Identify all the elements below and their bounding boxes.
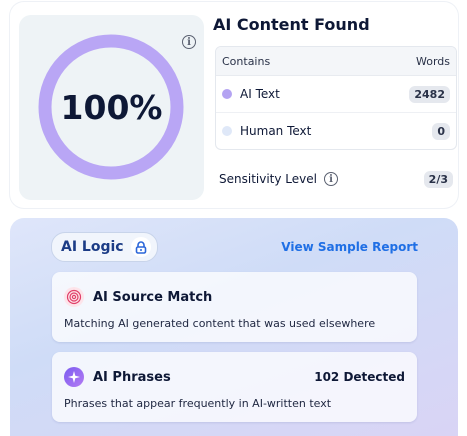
word-count-badge: 0: [432, 122, 450, 140]
word-count-badge: 2482: [409, 85, 450, 103]
fingerprint-icon: [64, 287, 84, 307]
score-percentage: 100%: [60, 88, 163, 127]
col-contains: Contains: [222, 54, 271, 68]
contains-table: Contains Words AI Text 2482 Human Text 0: [215, 46, 457, 150]
result-title: AI Content Found: [213, 15, 370, 34]
view-sample-report-link[interactable]: View Sample Report: [281, 240, 418, 254]
sensitivity-label: Sensitivity Level: [219, 172, 317, 186]
ai-logic-chip[interactable]: AI Logic: [51, 232, 158, 262]
table-row-ai-text: AI Text 2482: [216, 76, 456, 113]
human-text-dot: [222, 126, 232, 136]
col-words: Words: [415, 54, 450, 68]
feature-title: AI Phrases: [93, 369, 171, 385]
table-row-human-text: Human Text 0: [216, 113, 456, 149]
feature-description: Matching AI generated content that was u…: [64, 317, 376, 330]
sensitivity-value[interactable]: 2/3: [423, 170, 453, 188]
ai-source-match-card[interactable]: AI Source Match Matching AI generated co…: [52, 272, 417, 342]
feature-description: Phrases that appear frequently in AI-wri…: [64, 397, 332, 410]
table-header: Contains Words: [216, 47, 456, 76]
ai-logic-panel: AI Logic View Sample Report AI Source Ma…: [10, 218, 458, 436]
info-icon[interactable]: i: [182, 35, 196, 49]
results-panel: 100% i AI Content Found Contains Words A…: [10, 2, 458, 208]
detected-count: 102 Detected: [314, 370, 405, 384]
row-label: AI Text: [240, 87, 280, 101]
ai-logic-label: AI Logic: [61, 239, 124, 255]
sensitivity-row: Sensitivity Level i 2/3: [219, 169, 453, 189]
lock-icon: [130, 237, 151, 257]
ai-phrases-card[interactable]: AI Phrases 102 Detected Phrases that app…: [52, 352, 417, 422]
row-label: Human Text: [240, 124, 312, 138]
score-gauge-card: 100% i: [19, 15, 204, 200]
ai-text-dot: [222, 89, 232, 99]
sparkle-icon: [64, 367, 84, 387]
feature-title: AI Source Match: [93, 289, 213, 305]
info-icon[interactable]: i: [323, 172, 338, 186]
